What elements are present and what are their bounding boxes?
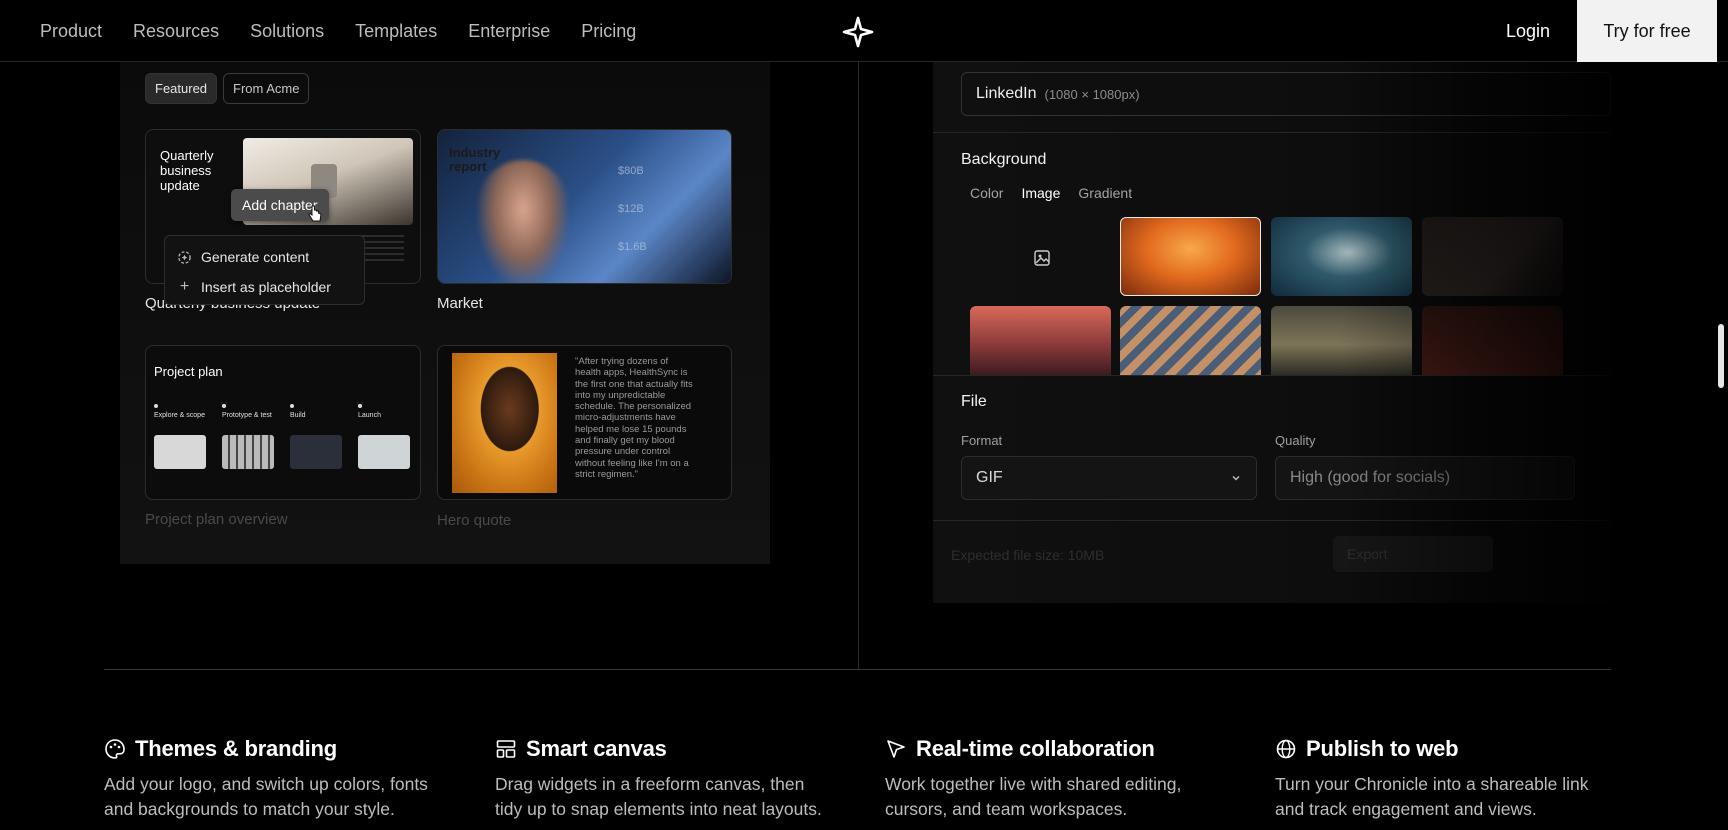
card-thumb-title: Industry report bbox=[449, 145, 501, 174]
background-tabs: Color Image Gradient bbox=[970, 185, 1132, 201]
phase-column: Build bbox=[290, 404, 345, 469]
size-preset-field[interactable]: LinkedIn (1080 × 1080px) bbox=[961, 72, 1611, 116]
image-upload-icon[interactable] bbox=[1033, 249, 1051, 267]
feature-smart-canvas: Smart canvas Drag widgets in a freeform … bbox=[495, 734, 835, 822]
feature-title: Publish to web bbox=[1306, 736, 1459, 761]
bg-image-option[interactable] bbox=[1422, 217, 1563, 296]
thumb-value: $1.6B bbox=[618, 241, 647, 253]
nav-link-templates[interactable]: Templates bbox=[355, 21, 437, 42]
feature-description: Add your logo, and switch up colors, fon… bbox=[104, 774, 428, 819]
bg-image-option[interactable] bbox=[1120, 306, 1261, 376]
card-thumb-values: $80B $12B $1.6B bbox=[618, 152, 647, 266]
page-scrollbar[interactable] bbox=[1718, 324, 1724, 388]
quality-value: High (good for socials) bbox=[1290, 469, 1451, 486]
top-nav: Product Resources Solutions Templates En… bbox=[0, 0, 1728, 62]
horizontal-divider bbox=[104, 669, 1611, 670]
card-caption: Market bbox=[437, 295, 483, 312]
phase-label: Prototype & test bbox=[222, 412, 272, 419]
feature-collaboration: Real-time collaboration Work together li… bbox=[885, 734, 1225, 822]
plus-icon: + bbox=[179, 278, 190, 295]
tab-gradient[interactable]: Gradient bbox=[1078, 185, 1132, 201]
template-card-market[interactable]: Industry report $80B $12B $1.6B bbox=[437, 129, 732, 284]
quality-label: Quality bbox=[1275, 433, 1316, 448]
cursor-icon bbox=[887, 740, 905, 758]
chapter-menu: Generate content + Insert as placeholder bbox=[164, 235, 365, 305]
file-size-estimate: Expected file size: 10MB bbox=[951, 547, 1105, 563]
format-select[interactable]: GIF bbox=[961, 456, 1257, 500]
nav-links: Product Resources Solutions Templates En… bbox=[40, 0, 636, 62]
login-link[interactable]: Login bbox=[1506, 0, 1550, 62]
card-thumb-title: Quarterly business update bbox=[160, 148, 214, 193]
layout-icon bbox=[496, 740, 516, 758]
nav-link-solutions[interactable]: Solutions bbox=[250, 21, 324, 42]
phase-column: Explore & scope bbox=[154, 404, 209, 469]
size-preset-dims: (1080 × 1080px) bbox=[1044, 86, 1140, 102]
card-thumb-title: Project plan bbox=[154, 364, 223, 379]
nav-link-product[interactable]: Product bbox=[40, 21, 102, 42]
size-preset-name: LinkedIn bbox=[976, 85, 1037, 102]
phase-label: Explore & scope bbox=[154, 412, 205, 419]
chevron-down-icon bbox=[1232, 475, 1240, 481]
feature-title: Smart canvas bbox=[526, 736, 667, 761]
tab-image[interactable]: Image bbox=[1021, 185, 1060, 201]
globe-icon bbox=[1276, 739, 1296, 759]
export-button[interactable]: Export bbox=[1333, 536, 1493, 572]
background-section-title: Background bbox=[961, 151, 1047, 168]
logo-icon[interactable] bbox=[842, 16, 874, 48]
section-divider bbox=[933, 520, 1611, 521]
menu-item-insert-placeholder[interactable]: + Insert as placeholder bbox=[165, 272, 364, 302]
menu-item-generate-content[interactable]: Generate content bbox=[165, 242, 364, 272]
feature-description: Drag widgets in a freeform canvas, then … bbox=[495, 774, 822, 819]
nav-link-resources[interactable]: Resources bbox=[133, 21, 219, 42]
card-caption: Project plan overview bbox=[145, 511, 288, 528]
try-for-free-button[interactable]: Try for free bbox=[1577, 0, 1717, 62]
nav-link-enterprise[interactable]: Enterprise bbox=[468, 21, 550, 42]
phase-label: Launch bbox=[358, 412, 381, 419]
menu-item-label: Generate content bbox=[201, 249, 310, 265]
templates-panel: Featured From Acme Quarterly business up… bbox=[120, 62, 770, 564]
bg-image-option[interactable] bbox=[1271, 217, 1412, 296]
sparkle-icon bbox=[178, 250, 191, 264]
feature-title: Real-time collaboration bbox=[916, 736, 1155, 761]
export-panel: LinkedIn (1080 × 1080px) Background Colo… bbox=[933, 62, 1611, 603]
bg-image-option[interactable] bbox=[1271, 306, 1412, 376]
format-label: Format bbox=[961, 433, 1003, 448]
bg-image-option[interactable] bbox=[1120, 217, 1261, 296]
template-card-project-plan[interactable]: Project plan Explore & scope Prototype &… bbox=[145, 345, 421, 500]
format-value: GIF bbox=[976, 469, 1003, 486]
bg-image-option[interactable] bbox=[970, 306, 1111, 376]
card-thumb-image bbox=[478, 160, 568, 283]
card-caption: Hero quote bbox=[437, 512, 512, 529]
filter-featured[interactable]: Featured bbox=[145, 73, 218, 104]
feature-publish: Publish to web Turn your Chronicle into … bbox=[1275, 734, 1615, 822]
phase-column: Prototype & test bbox=[222, 404, 277, 469]
feature-description: Work together live with shared editing, … bbox=[885, 774, 1182, 819]
section-divider bbox=[933, 132, 1611, 133]
palette-icon bbox=[105, 739, 125, 759]
bg-image-option[interactable] bbox=[1422, 306, 1563, 376]
thumb-value: $80B bbox=[618, 165, 644, 177]
card-thumb-quote: "After trying dozens of health apps, Hea… bbox=[575, 356, 693, 480]
section-divider bbox=[933, 375, 1611, 376]
feature-description: Turn your Chronicle into a shareable lin… bbox=[1275, 774, 1589, 819]
filter-from-acme[interactable]: From Acme bbox=[223, 73, 310, 104]
phase-column: Launch bbox=[358, 404, 413, 469]
hand-cursor-icon bbox=[308, 205, 322, 222]
quality-select[interactable]: High (good for socials) bbox=[1275, 456, 1575, 500]
tab-color[interactable]: Color bbox=[970, 185, 1003, 201]
thumb-value: $12B bbox=[618, 203, 644, 215]
file-section-title: File bbox=[961, 393, 987, 410]
card-thumb-image bbox=[452, 353, 557, 493]
vertical-divider bbox=[858, 62, 859, 670]
phase-label: Build bbox=[290, 412, 306, 419]
template-card-hero-quote[interactable]: "After trying dozens of health apps, Hea… bbox=[437, 345, 732, 500]
menu-item-label: Insert as placeholder bbox=[201, 279, 331, 295]
nav-link-pricing[interactable]: Pricing bbox=[581, 21, 636, 42]
feature-themes: Themes & branding Add your logo, and swi… bbox=[104, 734, 444, 822]
feature-title: Themes & branding bbox=[135, 736, 337, 761]
